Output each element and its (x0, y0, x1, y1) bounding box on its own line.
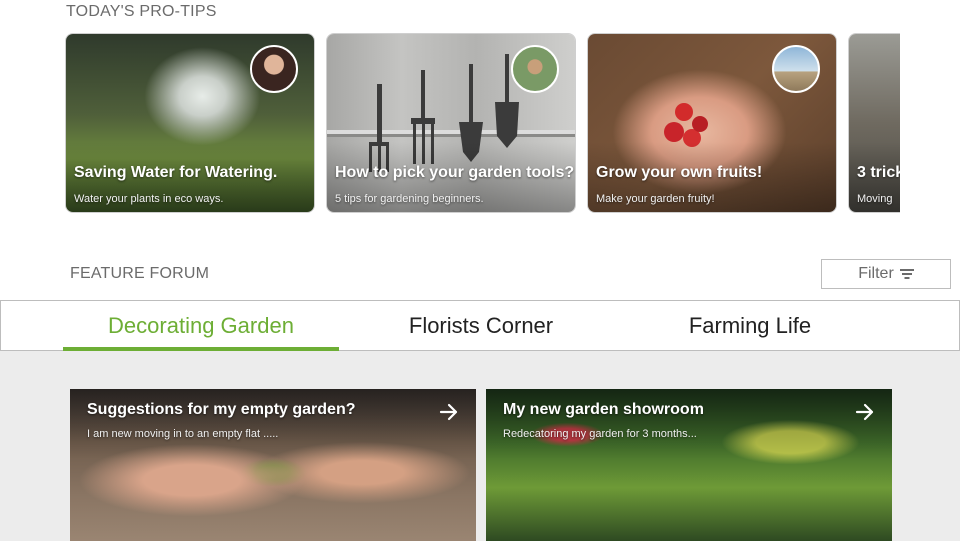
filter-button-label: Filter (858, 265, 894, 282)
protip-subtitle: Make your garden fruity! (596, 193, 715, 205)
tab-farming-life[interactable]: Farming Life (618, 301, 882, 350)
protip-subtitle: 5 tips for gardening beginners. (335, 193, 484, 205)
protip-title: Saving Water for Watering. (74, 164, 278, 181)
arrow-right-icon[interactable] (854, 401, 876, 423)
author-avatar[interactable] (250, 45, 298, 93)
forum-post-card[interactable]: My new garden showroom Redecatoring my g… (486, 389, 892, 541)
protip-card-watering[interactable]: Saving Water for Watering. Water your pl… (65, 33, 315, 213)
filter-icon (899, 269, 914, 279)
protip-title: How to pick your garden tools? (335, 164, 575, 181)
tab-decorating-garden[interactable]: Decorating Garden (63, 301, 339, 351)
forum-section-title: FEATURE FORUM (70, 265, 210, 282)
protips-carousel[interactable]: Saving Water for Watering. Water your pl… (65, 33, 900, 213)
filter-button[interactable]: Filter (821, 259, 951, 289)
tab-florists-corner[interactable]: Florists Corner (346, 301, 616, 350)
forum-post-subtitle: Redecatoring my garden for 3 months... (503, 428, 697, 440)
forum-post-title: Suggestions for my empty garden? (87, 401, 356, 418)
forum-post-card[interactable]: Suggestions for my empty garden? I am ne… (70, 389, 476, 541)
protip-card-tricks[interactable]: 3 trick Moving (848, 33, 900, 213)
protips-section-title: TODAY'S PRO-TIPS (66, 3, 217, 20)
protip-subtitle: Moving (857, 193, 893, 205)
arrow-right-icon[interactable] (438, 401, 460, 423)
protip-card-garden-tools[interactable]: How to pick your garden tools? 5 tips fo… (326, 33, 576, 213)
protip-title: Grow your own fruits! (596, 164, 763, 181)
protip-subtitle: Water your plants in eco ways. (74, 193, 224, 205)
forum-post-subtitle: I am new moving in to an empty flat ....… (87, 428, 279, 440)
forum-post-title: My new garden showroom (503, 401, 704, 418)
protip-title: 3 trick (857, 164, 900, 181)
protip-card-fruits[interactable]: Grow your own fruits! Make your garden f… (587, 33, 837, 213)
forum-tabs: Decorating Garden Florists Corner Farmin… (0, 300, 960, 351)
author-avatar[interactable] (772, 45, 820, 93)
author-avatar[interactable] (511, 45, 559, 93)
